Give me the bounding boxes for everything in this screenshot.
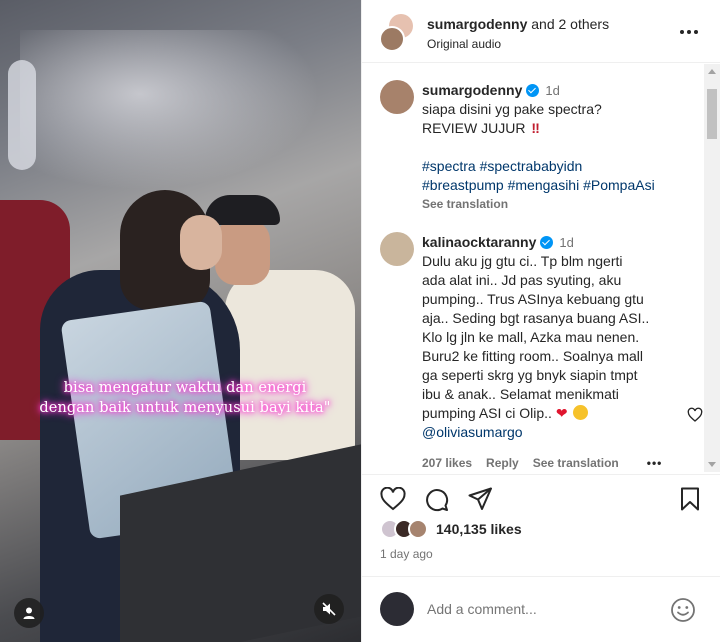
like-heart-icon[interactable]	[380, 487, 406, 511]
post-panel: sumargodenny and 2 others Original audio…	[361, 0, 720, 642]
comment-line-4: aja.. Seding bgt rasanya buang ASI..	[422, 310, 650, 326]
comment-like-heart-icon[interactable]	[687, 407, 703, 423]
face-emoji-icon	[573, 405, 589, 420]
post-caption: sumargodenny 1d siapa disini yg pake spec…	[422, 81, 682, 214]
more-options-icon[interactable]	[680, 30, 698, 34]
scroll-down-arrow-icon[interactable]	[708, 462, 716, 467]
comment-line-3: pumping.. Trus ASInya kebuang gtu	[422, 291, 644, 307]
collab-avatar-front[interactable]	[379, 26, 405, 52]
video-caption-line-1: bisa mengatur waktu dan energi	[63, 380, 307, 396]
comment-time[interactable]: 1d	[559, 235, 573, 250]
woman-face	[180, 215, 222, 270]
save-bookmark-icon[interactable]	[680, 487, 700, 511]
current-user-avatar	[380, 592, 414, 626]
caption-hashtags-line-2[interactable]: #breastpump #mengasihi #PompaAsi	[422, 176, 682, 195]
comment-line-2: ada alat ini.. Jd pas syuting, aku	[422, 272, 622, 288]
scroll-up-arrow-icon[interactable]	[708, 69, 716, 74]
author-avatar[interactable]	[380, 80, 414, 114]
scrollbar-thumb[interactable]	[707, 89, 717, 139]
comment-line-9-row: pumping ASI ci Olip.. ❤	[422, 404, 682, 423]
man-jacket	[225, 270, 355, 460]
comment-see-translation[interactable]: See translation	[533, 456, 619, 470]
post-date[interactable]: 1 day ago	[380, 547, 433, 561]
speaker-muted-icon	[322, 602, 336, 616]
header-usernames[interactable]: sumargodenny and 2 others	[427, 16, 609, 32]
comment-item: kalinaocktaranny 1d Dulu aku jg gtu ci.. …	[422, 233, 682, 442]
liker-avatar-3	[408, 519, 428, 539]
comment-mention[interactable]: @oliviasumargo	[422, 423, 682, 442]
verified-badge-icon	[540, 236, 554, 249]
caption-line-1: siapa disini yg pake spectra?	[422, 101, 602, 117]
comment-bubble-icon[interactable]	[424, 487, 449, 512]
add-comment-input[interactable]	[427, 601, 647, 617]
reel-video[interactable]: bisa mengatur waktu dan energi dengan ba…	[0, 0, 361, 642]
comment-line-6: Buru2 ke fitting room.. Soalnya mall	[422, 348, 643, 364]
original-audio-link[interactable]: Original audio	[427, 37, 501, 51]
cabin-light	[20, 30, 320, 190]
comment-line-8: ibu & anak.. Selamat menikmati	[422, 386, 619, 402]
caption-see-translation[interactable]: See translation	[422, 195, 682, 214]
likes-row[interactable]: 140,135 likes	[380, 519, 522, 539]
comment-likes[interactable]: 207 likes	[422, 456, 472, 470]
mute-button[interactable]	[314, 594, 344, 624]
comment-line-7: ga seperti skrg yg bnyk siapin tmpt	[422, 367, 638, 383]
video-caption-line-2: dengan baik untuk menyusui bayi kita"	[39, 400, 331, 416]
likes-count[interactable]: 140,135 likes	[436, 521, 522, 537]
comment-reply[interactable]: Reply	[486, 456, 519, 470]
caption-time[interactable]: 1d	[545, 83, 559, 98]
comment-more-icon[interactable]: •••	[647, 456, 663, 470]
verified-badge-icon	[526, 84, 540, 97]
post-header: sumargodenny and 2 others Original audio	[362, 0, 720, 63]
tagged-users-button[interactable]	[14, 598, 44, 628]
user-icon	[23, 607, 35, 619]
comment-username[interactable]: kalinaocktaranny	[422, 234, 536, 250]
caption-line-2-row: REVIEW JUJUR ‼	[422, 119, 682, 138]
comment-line-5: Klo lg jln ke mall, Azka mau nenen.	[422, 329, 640, 345]
post-actions: 140,135 likes 1 day ago	[362, 474, 720, 574]
man-face	[215, 220, 270, 285]
caption-username[interactable]: sumargodenny	[422, 82, 522, 98]
share-paper-plane-icon[interactable]	[468, 487, 493, 511]
comments-list[interactable]: sumargodenny 1d siapa disini yg pake spec…	[362, 64, 720, 474]
comment-line-1: Dulu aku jg gtu ci.. Tp blm ngerti	[422, 253, 623, 269]
comment-meta: 207 likes Reply See translation •••	[422, 456, 662, 470]
caption-line-2: REVIEW JUJUR	[422, 120, 526, 136]
header-username[interactable]: sumargodenny	[427, 16, 527, 32]
add-comment-bar	[362, 576, 720, 642]
comment-line-9: pumping ASI ci Olip..	[422, 405, 552, 421]
emoji-smiley-icon[interactable]	[670, 597, 696, 623]
header-others[interactable]: and 2 others	[527, 16, 609, 32]
double-exclamation-icon: ‼	[531, 120, 540, 136]
caption-hashtags-line-1[interactable]: #spectra #spectrababyidn	[422, 157, 682, 176]
video-caption: bisa mengatur waktu dan energi dengan ba…	[20, 378, 350, 418]
red-heart-emoji-icon: ❤	[555, 405, 568, 421]
commenter-avatar[interactable]	[380, 232, 414, 266]
comments-scrollbar[interactable]	[704, 64, 720, 472]
cabin-window	[8, 60, 36, 170]
